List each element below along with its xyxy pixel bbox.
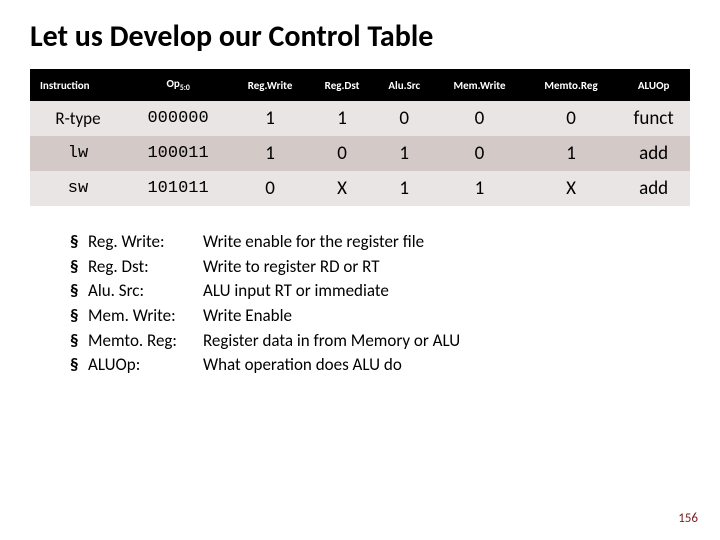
cell-aluop: add <box>617 171 690 206</box>
col-regwrite: Reg.Write <box>230 69 310 101</box>
bullet-icon: § <box>70 230 88 255</box>
slide-title: Let us Develop our Control Table <box>30 18 690 55</box>
term-desc: What operation does ALU do <box>203 353 690 378</box>
term-label: Reg. Write: <box>88 230 203 255</box>
col-memtoreg: Memto.Reg <box>525 69 618 101</box>
term-desc: Register data in from Memory or ALU <box>203 329 690 354</box>
cell-regdst: 1 <box>310 101 374 136</box>
bullet-icon: § <box>70 353 88 378</box>
table-row: lw 100011 1 0 1 0 1 add <box>30 136 690 171</box>
term-label: Reg. Dst: <box>88 255 203 280</box>
col-alusrc: Alu.Src <box>374 69 434 101</box>
cell-aluop: add <box>617 136 690 171</box>
cell-op: 000000 <box>126 101 230 136</box>
col-op-base: Op <box>166 77 179 90</box>
term-desc: ALU input RT or immediate <box>203 279 690 304</box>
list-item: § Mem. Write: Write Enable <box>70 304 690 329</box>
term-label: Memto. Reg: <box>88 329 203 354</box>
col-memwrite: Mem.Write <box>434 69 525 101</box>
table-header-row: Instruction Op5:0 Reg.Write Reg.Dst Alu.… <box>30 69 690 101</box>
cell-memtoreg: X <box>525 171 618 206</box>
list-item: § Reg. Dst: Write to register RD or RT <box>70 255 690 280</box>
term-desc: Write Enable <box>203 304 690 329</box>
cell-instr: lw <box>30 136 126 171</box>
cell-alusrc: 0 <box>374 101 434 136</box>
col-op: Op5:0 <box>126 69 230 101</box>
control-table: Instruction Op5:0 Reg.Write Reg.Dst Alu.… <box>30 69 690 206</box>
cell-instr: sw <box>30 171 126 206</box>
bullet-icon: § <box>70 255 88 280</box>
bullet-icon: § <box>70 304 88 329</box>
term-desc: Write to register RD or RT <box>203 255 690 280</box>
cell-op: 100011 <box>126 136 230 171</box>
cell-op: 101011 <box>126 171 230 206</box>
definitions-list: § Reg. Write: Write enable for the regis… <box>70 230 690 378</box>
col-op-sub: 5:0 <box>180 84 190 93</box>
list-item: § Memto. Reg: Register data in from Memo… <box>70 329 690 354</box>
term-desc: Write enable for the register file <box>203 230 690 255</box>
cell-regdst: X <box>310 171 374 206</box>
cell-memwrite: 0 <box>434 136 525 171</box>
page-number: 156 <box>678 511 698 526</box>
bullet-icon: § <box>70 279 88 304</box>
term-label: Mem. Write: <box>88 304 203 329</box>
bullet-icon: § <box>70 329 88 354</box>
cell-memwrite: 1 <box>434 171 525 206</box>
cell-regwrite: 0 <box>230 171 310 206</box>
col-instruction: Instruction <box>30 69 126 101</box>
cell-memwrite: 0 <box>434 101 525 136</box>
col-aluop: ALUOp <box>617 69 690 101</box>
cell-aluop: funct <box>617 101 690 136</box>
cell-memtoreg: 1 <box>525 136 618 171</box>
table-row: R-type 000000 1 1 0 0 0 funct <box>30 101 690 136</box>
cell-regwrite: 1 <box>230 101 310 136</box>
col-regdst: Reg.Dst <box>310 69 374 101</box>
table-row: sw 101011 0 X 1 1 X add <box>30 171 690 206</box>
list-item: § Alu. Src: ALU input RT or immediate <box>70 279 690 304</box>
list-item: § ALUOp: What operation does ALU do <box>70 353 690 378</box>
cell-instr: R-type <box>30 101 126 136</box>
cell-memtoreg: 0 <box>525 101 618 136</box>
cell-regdst: 0 <box>310 136 374 171</box>
slide: Let us Develop our Control Table Instruc… <box>0 0 720 540</box>
cell-regwrite: 1 <box>230 136 310 171</box>
term-label: ALUOp: <box>88 353 203 378</box>
term-label: Alu. Src: <box>88 279 203 304</box>
list-item: § Reg. Write: Write enable for the regis… <box>70 230 690 255</box>
cell-alusrc: 1 <box>374 136 434 171</box>
cell-alusrc: 1 <box>374 171 434 206</box>
